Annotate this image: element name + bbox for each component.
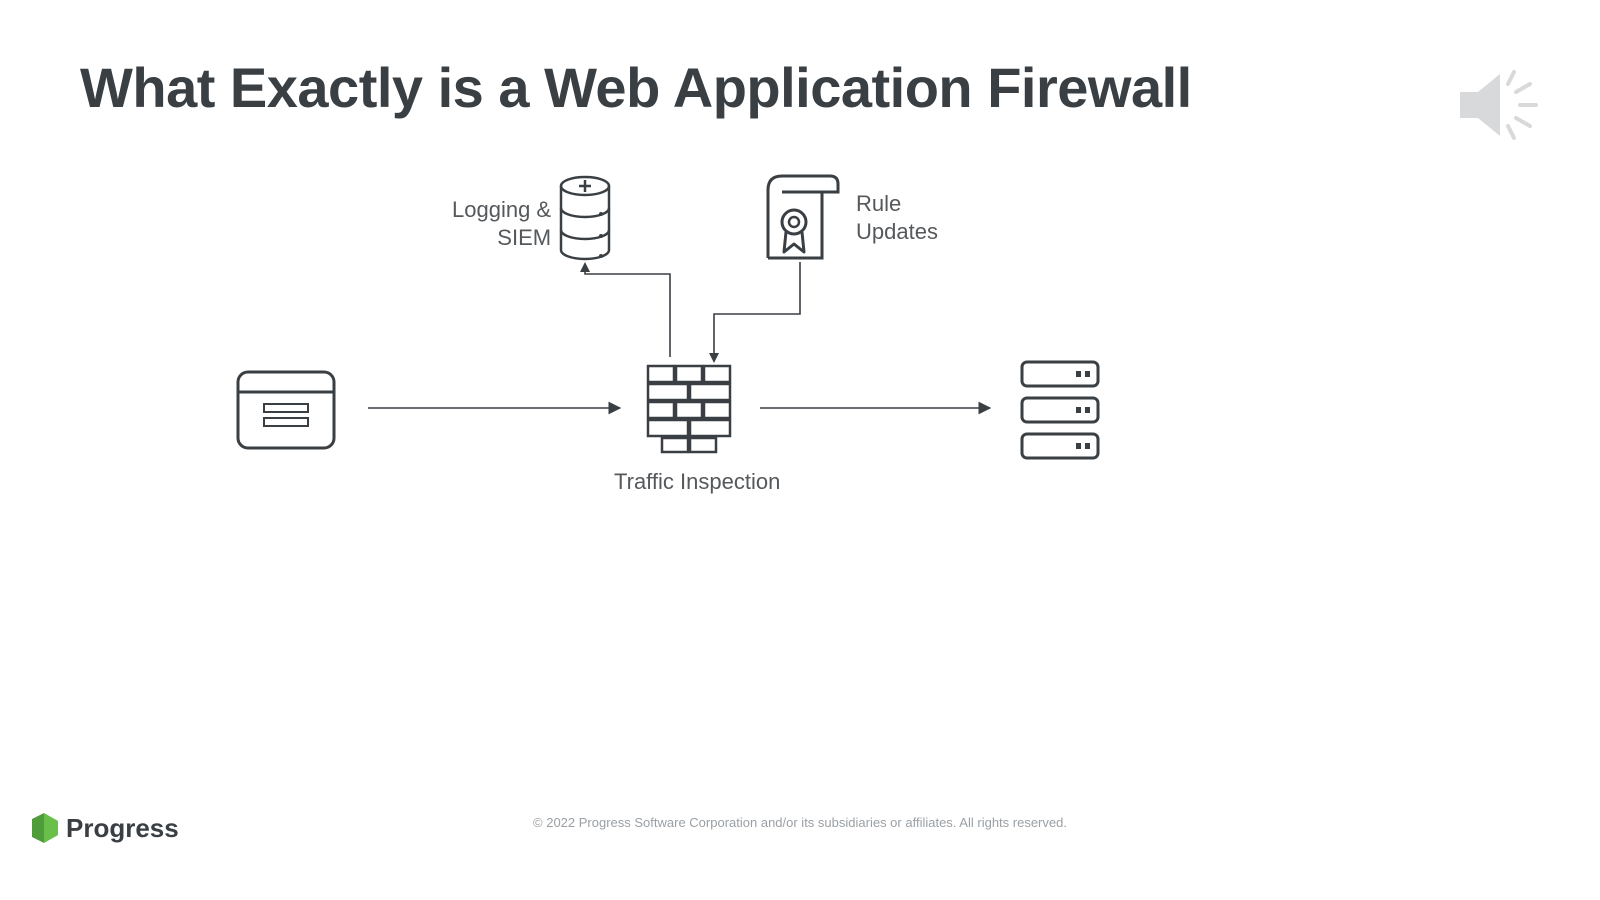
rule-label-line2: Updates [856, 219, 938, 244]
slide-title: What Exactly is a Web Application Firewa… [80, 55, 1192, 120]
logging-label-line2: SIEM [497, 225, 551, 250]
slide: What Exactly is a Web Application Firewa… [0, 0, 1600, 900]
progress-logo-icon [30, 811, 60, 845]
progress-logo-text: Progress [66, 813, 179, 844]
logging-label-line1: Logging & [452, 197, 551, 222]
rule-label-line1: Rule [856, 191, 901, 216]
diagram: Logging & SIEM Rule Updates Traffic Insp… [0, 150, 1600, 600]
rule-updates-label: Rule Updates [856, 190, 938, 245]
audio-icon [1450, 60, 1540, 155]
progress-logo: Progress [30, 811, 179, 845]
copyright-footer: © 2022 Progress Software Corporation and… [0, 815, 1600, 830]
connectors [0, 150, 1600, 600]
logging-siem-label: Logging & SIEM [452, 196, 551, 251]
traffic-inspection-label: Traffic Inspection [614, 468, 780, 496]
